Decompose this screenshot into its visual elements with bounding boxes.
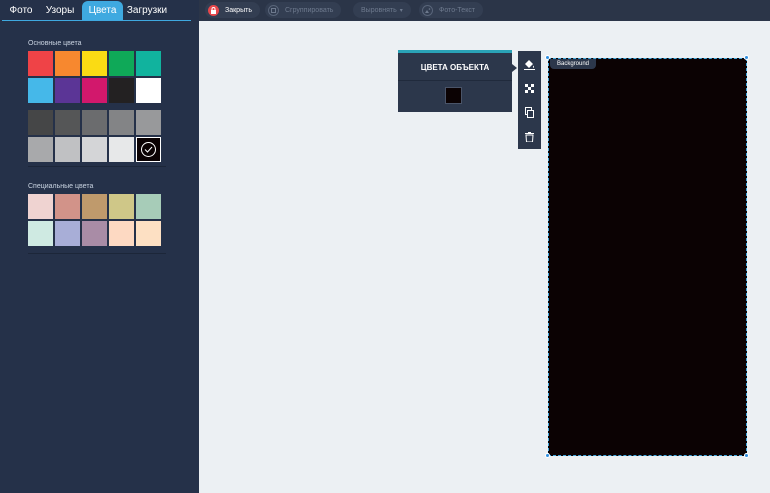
color-swatch[interactable] bbox=[136, 51, 161, 76]
color-swatch[interactable] bbox=[136, 110, 161, 135]
object-color-swatch[interactable] bbox=[445, 87, 462, 104]
checkmark-icon bbox=[141, 142, 156, 157]
color-swatch[interactable] bbox=[109, 110, 134, 135]
close-button-label: Закрыть bbox=[225, 6, 252, 14]
section-divider bbox=[28, 166, 166, 167]
background-element[interactable] bbox=[548, 58, 747, 456]
color-swatch[interactable] bbox=[28, 194, 53, 219]
color-swatch[interactable] bbox=[82, 221, 107, 246]
photo-text-button-label: Фото-Текст bbox=[439, 6, 476, 14]
color-swatch[interactable] bbox=[28, 51, 53, 76]
color-swatch[interactable] bbox=[28, 78, 53, 103]
color-swatch[interactable] bbox=[136, 221, 161, 246]
popup-divider bbox=[398, 80, 512, 81]
tab-patterns[interactable]: Узоры bbox=[40, 1, 80, 21]
color-swatch[interactable] bbox=[82, 78, 107, 103]
color-swatch[interactable] bbox=[109, 194, 134, 219]
special-colors-label: Специальные цвета bbox=[28, 183, 94, 190]
object-colors-title: ЦВЕТА ОБЪЕКТА bbox=[420, 63, 490, 72]
resize-handle-bottom-right[interactable] bbox=[744, 453, 749, 458]
color-swatch[interactable] bbox=[55, 78, 80, 103]
color-swatch[interactable] bbox=[55, 137, 80, 162]
sidebar-tabs: Фото Узоры Цвета Загрузки bbox=[0, 0, 199, 21]
close-button[interactable]: Закрыть bbox=[205, 2, 260, 18]
copy-icon[interactable] bbox=[518, 101, 541, 124]
color-swatch[interactable] bbox=[82, 137, 107, 162]
color-swatch[interactable] bbox=[109, 78, 134, 103]
color-swatch[interactable] bbox=[136, 137, 161, 162]
trash-icon[interactable] bbox=[518, 125, 541, 148]
color-swatch[interactable] bbox=[136, 78, 161, 103]
align-dropdown[interactable]: Выровнять ▾ bbox=[353, 2, 411, 18]
tab-photos[interactable]: Фото bbox=[2, 1, 40, 21]
transparency-icon[interactable] bbox=[518, 77, 541, 100]
color-swatch[interactable] bbox=[28, 221, 53, 246]
top-toolbar: Закрыть Сгруппировать Выровнять ▾ Фото-Т… bbox=[199, 0, 770, 21]
basic-colors-label: Основные цвета bbox=[28, 40, 82, 47]
color-swatch[interactable] bbox=[109, 137, 134, 162]
color-swatch[interactable] bbox=[28, 137, 53, 162]
resize-handle-bottom-left[interactable] bbox=[545, 453, 550, 458]
color-swatch[interactable] bbox=[55, 51, 80, 76]
paint-bucket-icon[interactable] bbox=[518, 53, 541, 76]
lock-icon bbox=[208, 4, 219, 16]
color-swatch[interactable] bbox=[82, 51, 107, 76]
photo-text-button[interactable]: Фото-Текст bbox=[419, 2, 484, 18]
element-label: Background bbox=[550, 59, 597, 69]
resize-handle-top-right[interactable] bbox=[744, 55, 749, 60]
group-button[interactable]: Сгруппировать bbox=[265, 2, 342, 18]
section-divider-bottom bbox=[28, 253, 166, 254]
group-icon bbox=[268, 4, 279, 16]
tab-uploads[interactable]: Загрузки bbox=[123, 1, 171, 21]
color-swatch[interactable] bbox=[82, 110, 107, 135]
element-tools bbox=[518, 51, 541, 149]
tab-colors[interactable]: Цвета bbox=[82, 1, 123, 21]
object-colors-popup: ЦВЕТА ОБЪЕКТА bbox=[398, 50, 512, 112]
group-button-label: Сгруппировать bbox=[285, 6, 334, 14]
color-swatch[interactable] bbox=[55, 221, 80, 246]
popup-pointer bbox=[512, 64, 517, 72]
color-swatch[interactable] bbox=[109, 51, 134, 76]
color-swatch[interactable] bbox=[136, 194, 161, 219]
tabs-underline bbox=[2, 20, 191, 21]
sidebar: Фото Узоры Цвета Загрузки Основные цвета… bbox=[0, 0, 199, 493]
image-text-icon bbox=[422, 4, 433, 16]
align-dropdown-label: Выровнять bbox=[361, 6, 397, 14]
color-swatch[interactable] bbox=[55, 194, 80, 219]
resize-handle-top-left[interactable] bbox=[545, 55, 550, 60]
color-swatch[interactable] bbox=[55, 110, 80, 135]
color-swatch[interactable] bbox=[82, 194, 107, 219]
color-swatch[interactable] bbox=[109, 221, 134, 246]
chevron-down-icon: ▾ bbox=[399, 7, 403, 14]
color-swatch[interactable] bbox=[28, 110, 53, 135]
